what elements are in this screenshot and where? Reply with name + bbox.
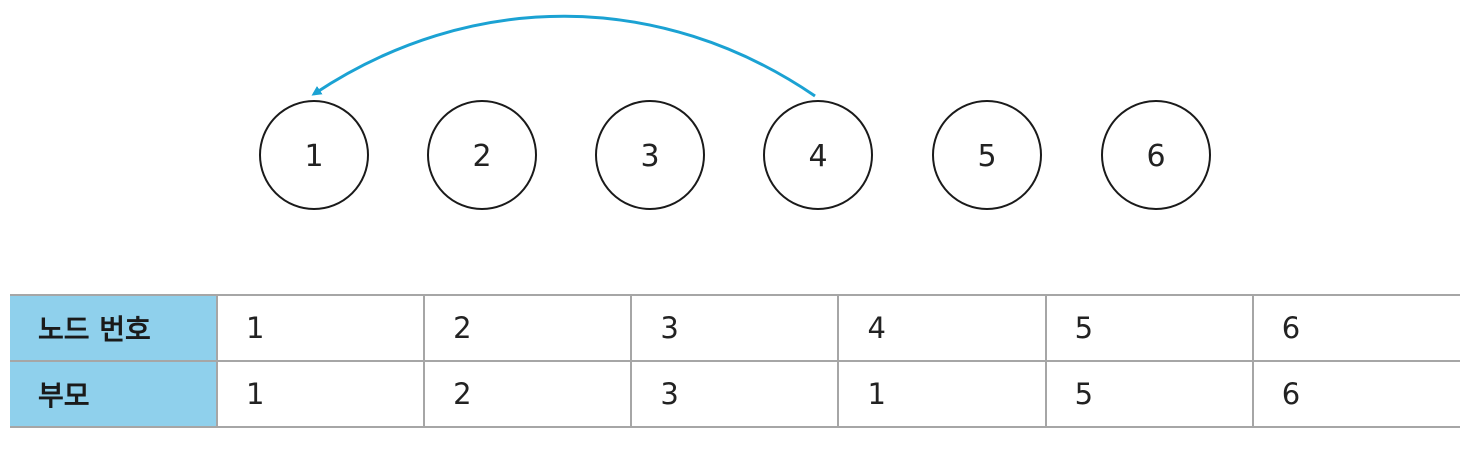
- parent-table: 노드 번호 1 2 3 4 5 6 부모 1 2 3 1 5 6: [10, 294, 1460, 428]
- edge-node-4-to-node-1: [311, 14, 816, 98]
- node-label: 3: [640, 139, 659, 174]
- parent-cell: 5: [1044, 360, 1253, 428]
- node-1: 1: [259, 100, 369, 210]
- row-header-node-number: 노드 번호: [10, 294, 217, 362]
- parent-cell: 1: [837, 360, 1046, 428]
- node-3: 3: [595, 100, 705, 210]
- node-number-cell: 3: [630, 294, 839, 362]
- union-find-diagram: 1 2 3 4 5 6: [259, 14, 1211, 210]
- node-6: 6: [1101, 100, 1211, 210]
- node-4: 4: [763, 100, 873, 210]
- node-label: 4: [808, 139, 827, 174]
- parent-row: 부모 1 2 3 1 5 6: [10, 360, 1460, 428]
- parent-cell: 1: [215, 360, 425, 428]
- node-number-row: 노드 번호 1 2 3 4 5 6: [10, 294, 1460, 362]
- row-header-parent: 부모: [10, 360, 217, 428]
- node-number-cell: 4: [837, 294, 1046, 362]
- node-label: 6: [1146, 139, 1165, 174]
- parent-cell: 3: [630, 360, 839, 428]
- node-5: 5: [932, 100, 1042, 210]
- node-number-cell: 5: [1044, 294, 1253, 362]
- node-number-cell: 1: [215, 294, 425, 362]
- node-label: 1: [304, 139, 323, 174]
- node-number-cell: 2: [423, 294, 632, 362]
- node-2: 2: [427, 100, 537, 210]
- parent-cell: 2: [423, 360, 632, 428]
- node-label: 2: [472, 139, 491, 174]
- parent-cell: 6: [1251, 360, 1460, 428]
- node-label: 5: [977, 139, 996, 174]
- node-number-cell: 6: [1251, 294, 1460, 362]
